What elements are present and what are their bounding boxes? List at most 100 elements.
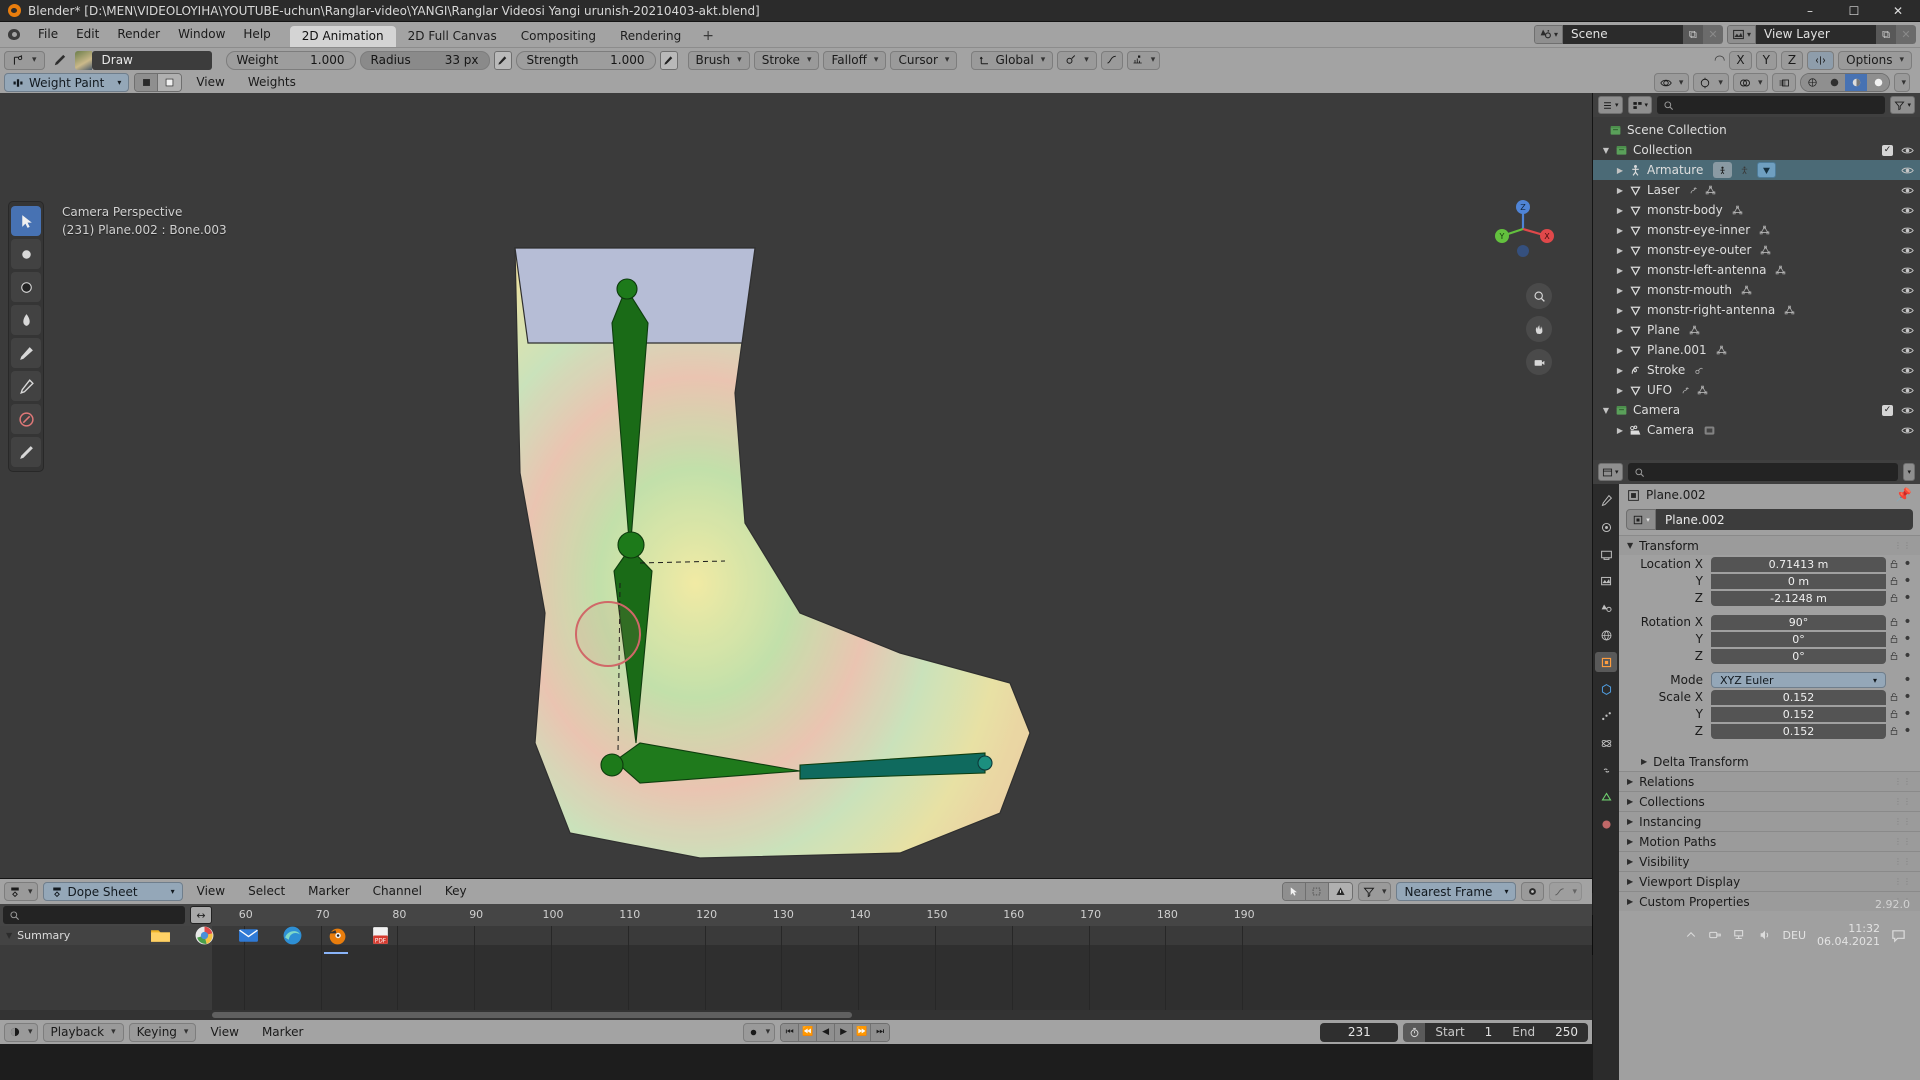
wireframe-shading-button[interactable] <box>1801 74 1824 91</box>
proportional-falloff-selector[interactable] <box>1126 50 1161 70</box>
pan-icon[interactable] <box>1526 316 1552 342</box>
cursor-menu[interactable]: Cursor <box>890 50 958 70</box>
rotation-mode-animate-dot[interactable]: • <box>1901 672 1914 688</box>
lock-icon[interactable] <box>1886 726 1901 736</box>
outliner-data-icons[interactable] <box>1741 285 1752 296</box>
outliner-expand-icon[interactable]: ▶ <box>1613 166 1627 175</box>
outliner-expand-icon[interactable]: ▼ <box>1599 406 1613 415</box>
animation-data-icon[interactable] <box>1689 185 1700 196</box>
object-data-icon[interactable]: ▾ <box>1626 509 1656 530</box>
dope-menu-view[interactable]: View <box>188 879 234 904</box>
visibility-eye-icon[interactable] <box>1901 344 1914 357</box>
radius-slider[interactable]: Radius 33 px <box>359 50 490 70</box>
mesh-data-icon[interactable] <box>1697 385 1708 396</box>
pose-badge-icon[interactable] <box>1735 162 1754 178</box>
taskbar-blender-icon[interactable] <box>314 915 358 955</box>
show-hidden-toggle[interactable] <box>1305 883 1329 900</box>
brush-menu[interactable]: Brush <box>687 50 750 70</box>
lock-icon[interactable] <box>1886 692 1901 702</box>
animation-data-icon[interactable] <box>1681 385 1692 396</box>
animate-property-dot[interactable]: • <box>1901 648 1914 664</box>
solid-shading-button[interactable] <box>1823 74 1846 91</box>
close-button[interactable]: ✕ <box>1876 0 1920 22</box>
taskbar-edge-icon[interactable] <box>270 915 314 955</box>
snap-during-transform-toggle[interactable] <box>1057 50 1097 70</box>
outliner-expand-icon[interactable]: ▶ <box>1613 286 1627 295</box>
properties-tab-material[interactable] <box>1595 814 1617 834</box>
weight-slider[interactable]: Weight 1.000 <box>225 50 356 70</box>
scale-field-value[interactable]: 0.152 <box>1711 723 1886 739</box>
collection-checkbox[interactable]: ✓ <box>1882 404 1893 416</box>
keyframe-grid[interactable] <box>212 926 1592 1010</box>
visibility-eye-icon[interactable] <box>1901 324 1914 337</box>
outliner-row[interactable]: ▼ Camera ✓ <box>1593 400 1920 420</box>
properties-tab-scene[interactable] <box>1595 598 1617 618</box>
playback-menu[interactable]: Playback <box>42 1022 124 1042</box>
outliner-row[interactable]: ▶ Plane.001 <box>1593 340 1920 360</box>
properties-tab-column[interactable] <box>1593 484 1619 1080</box>
delta-transform-arrow[interactable]: ▶ <box>1641 757 1647 766</box>
panel-expand-arrow[interactable]: ▶ <box>1627 897 1633 906</box>
outliner-search-input[interactable] <box>1657 96 1886 114</box>
average-tool-button[interactable] <box>11 305 41 335</box>
lock-icon[interactable] <box>1886 651 1901 661</box>
brush-name[interactable]: Draw <box>91 50 212 70</box>
mirror-options-button[interactable] <box>1807 50 1835 70</box>
taskbar-mail-icon[interactable] <box>226 915 270 955</box>
transform-panel-arrow[interactable]: ▼ <box>1627 541 1633 550</box>
outliner-row[interactable]: ▶ monstr-right-antenna <box>1593 300 1920 320</box>
outliner-editor-type-button[interactable]: ▾ <box>1598 96 1623 114</box>
outliner-row[interactable]: ▶ Stroke <box>1593 360 1920 380</box>
interaction-mode-selector[interactable]: Weight Paint ▾ <box>4 73 130 92</box>
brush-preset-button[interactable] <box>4 50 45 70</box>
viewport-menu-weights[interactable]: Weights <box>239 72 305 93</box>
unlink-scene-button[interactable]: ✕ <box>1702 25 1723 44</box>
properties-tab-view-layer[interactable] <box>1595 571 1617 591</box>
maximize-button[interactable]: ☐ <box>1832 0 1876 22</box>
outliner-row-controls[interactable] <box>1901 204 1914 217</box>
outliner-row[interactable]: Scene Collection <box>1593 120 1920 140</box>
outliner-expand-icon[interactable]: ▶ <box>1613 386 1627 395</box>
rotation-mode-selector[interactable]: XYZ Euler <box>1711 672 1886 688</box>
transform-field-value[interactable]: 0.71413 m <box>1711 556 1886 572</box>
scale-field-value[interactable]: 0.152 <box>1711 689 1886 705</box>
annotate-tool-button[interactable] <box>11 437 41 467</box>
panel-expand-arrow[interactable]: ▶ <box>1627 777 1633 786</box>
properties-tab-tool[interactable] <box>1595 490 1617 510</box>
mesh-data-icon[interactable] <box>1689 325 1700 336</box>
menu-window[interactable]: Window <box>169 22 234 47</box>
scale-field-value[interactable]: 0.152 <box>1711 706 1886 722</box>
visibility-eye-icon[interactable] <box>1901 304 1914 317</box>
mesh-data-icon[interactable] <box>1705 185 1716 196</box>
outliner-row-controls[interactable]: ✓ <box>1882 144 1914 157</box>
viewport-shading-modes[interactable] <box>1800 73 1891 92</box>
auto-keying-toggle[interactable] <box>742 1022 776 1042</box>
visibility-eye-icon[interactable] <box>1901 424 1914 437</box>
blender-app-icon[interactable] <box>6 27 23 42</box>
outliner-data-icons[interactable] <box>1760 245 1771 256</box>
outliner-filter-button[interactable]: ▾ <box>1890 96 1915 114</box>
view-layer-selector[interactable]: ▾ View Layer ⧉ ✕ <box>1726 25 1916 44</box>
properties-options-button[interactable]: ▾ <box>1903 463 1915 481</box>
collapsed-panel-header[interactable]: ▶ Motion Paths ⋮⋮ <box>1619 831 1920 851</box>
properties-tab-physics[interactable] <box>1595 733 1617 753</box>
visibility-eye-icon[interactable] <box>1901 284 1914 297</box>
collapsed-panel-header[interactable]: ▶ Collections ⋮⋮ <box>1619 791 1920 811</box>
outliner-expand-icon[interactable]: ▶ <box>1613 226 1627 235</box>
active-brush-widget[interactable]: Draw <box>74 50 212 70</box>
summary-expand-icon[interactable]: ▼ <box>6 931 12 940</box>
jump-to-end-button[interactable]: ⏭ <box>871 1023 890 1041</box>
camera-data-icon[interactable] <box>1703 424 1716 437</box>
mesh-data-icon[interactable] <box>1784 305 1795 316</box>
outliner-expand-icon[interactable]: ▶ <box>1613 346 1627 355</box>
stroke-menu[interactable]: Stroke <box>753 50 820 70</box>
outliner-row-controls[interactable] <box>1901 424 1914 437</box>
outliner-expand-icon[interactable]: ▶ <box>1613 426 1627 435</box>
mesh-data-icon[interactable] <box>1716 345 1727 356</box>
animate-property-dot[interactable]: • <box>1901 556 1914 572</box>
usb-icon[interactable] <box>1708 928 1722 942</box>
viewport-nav-buttons[interactable] <box>1526 283 1552 375</box>
outliner-row[interactable]: ▶ monstr-body <box>1593 200 1920 220</box>
viewport-menu-view[interactable]: View <box>187 72 233 93</box>
dope-sheet-mode-selector[interactable]: Dope Sheet ▾ <box>42 882 183 901</box>
